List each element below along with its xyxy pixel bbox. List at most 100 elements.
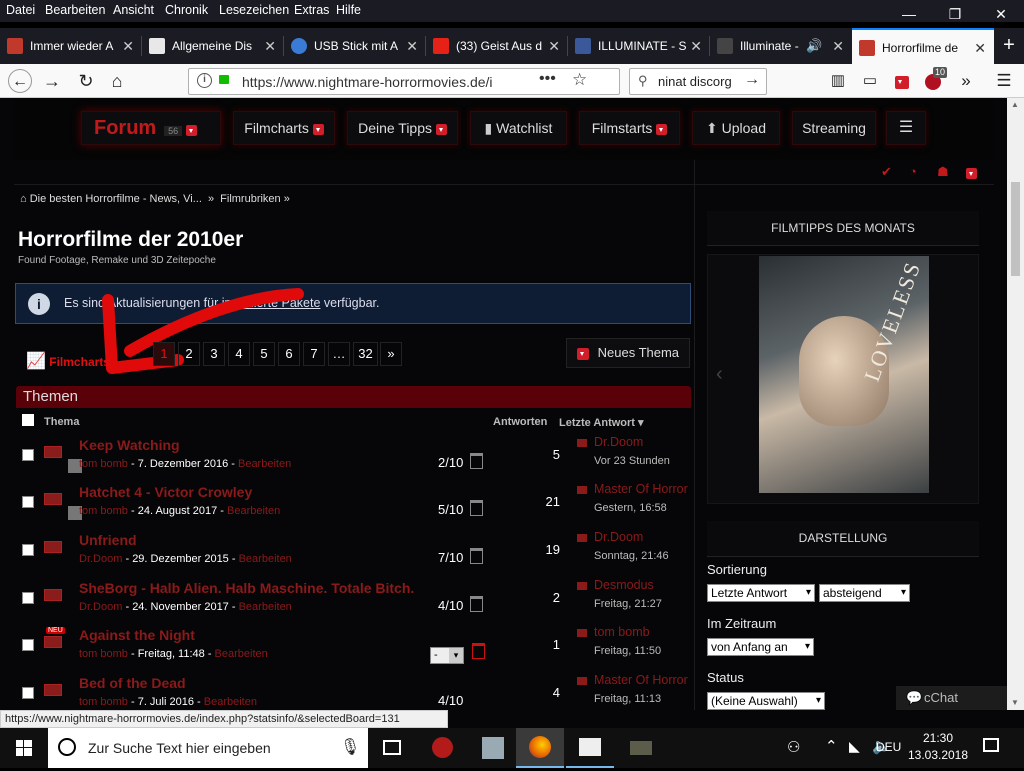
col-topic[interactable]: Thema: [44, 416, 79, 428]
sitemap-icon[interactable]: ☗: [937, 164, 949, 180]
table-row[interactable]: NEU Against the Night tom bomb - Freitag…: [16, 625, 691, 674]
tab-1[interactable]: Immer wieder A ✕: [0, 28, 142, 64]
movie-poster[interactable]: LOVELESS: [759, 256, 929, 493]
trash-icon[interactable]: [470, 548, 483, 564]
close-tab-icon[interactable]: ✕: [548, 28, 560, 64]
search-go-icon[interactable]: →: [744, 71, 760, 89]
photos-taskbar-icon[interactable]: [566, 728, 614, 768]
speaker-icon[interactable]: 🔊: [806, 28, 822, 64]
info-icon[interactable]: i: [197, 73, 212, 88]
tray-chevron-icon[interactable]: ⌃: [825, 737, 838, 755]
app-icon-red[interactable]: [418, 728, 466, 768]
thread-title[interactable]: SheBorg - Halb Alien. Halb Maschine. Tot…: [79, 580, 414, 596]
page-actions-icon[interactable]: •••: [539, 70, 556, 88]
thread-title[interactable]: Against the Night: [79, 627, 195, 643]
page-6[interactable]: 6: [278, 342, 300, 366]
nav-deine-tipps[interactable]: Deine Tipps: [347, 111, 458, 145]
microphone-icon[interactable]: 🎙: [340, 737, 360, 757]
nav-watchlist[interactable]: ▮ Watchlist: [470, 111, 567, 145]
action-center-icon[interactable]: [983, 738, 999, 752]
taskbar-search-input[interactable]: Zur Suche Text hier eingeben: [88, 740, 271, 756]
goto-last-icon[interactable]: [577, 677, 587, 685]
select-all-checkbox[interactable]: [22, 414, 34, 426]
prev-arrow-icon[interactable]: ‹: [716, 363, 723, 386]
table-row[interactable]: SheBorg - Halb Alien. Halb Maschine. Tot…: [16, 578, 691, 627]
firefox-taskbar-icon[interactable]: [516, 728, 564, 768]
new-thread-button[interactable]: Neues Thema: [566, 338, 690, 368]
overflow-icon[interactable]: »: [954, 69, 978, 93]
status-select[interactable]: (Keine Auswahl) ▾: [707, 692, 825, 710]
menu-hilfe[interactable]: Hilfe: [336, 3, 361, 17]
range-select[interactable]: von Anfang an ▾: [707, 638, 814, 656]
rss-icon[interactable]: ◔: [909, 164, 917, 179]
nav-more-menu-icon[interactable]: ☰: [886, 111, 926, 145]
page-3[interactable]: 3: [203, 342, 225, 366]
tab-active[interactable]: Horrorfilme de ✕: [852, 28, 994, 64]
taskbar-search[interactable]: Zur Suche Text hier eingeben 🎙: [48, 728, 368, 768]
chat-button[interactable]: 💬 cChat: [896, 686, 1007, 710]
next-page-button[interactable]: »: [380, 342, 402, 366]
tab-2[interactable]: Allgemeine Dis ✕: [142, 28, 284, 64]
restore-button[interactable]: ❐: [932, 0, 978, 28]
trash-icon[interactable]: [470, 453, 483, 469]
row-checkbox[interactable]: [22, 449, 34, 461]
breadcrumb-filmrubriken[interactable]: Filmrubriken: [220, 193, 281, 205]
menu-chronik[interactable]: Chronik: [165, 3, 208, 17]
page-1[interactable]: 1: [153, 342, 175, 366]
close-tab-icon[interactable]: ✕: [122, 28, 134, 64]
row-checkbox[interactable]: [22, 639, 34, 651]
trash-icon[interactable]: [470, 596, 483, 612]
last-reply-user[interactable]: Master Of Horror: [594, 675, 688, 687]
nav-filmcharts[interactable]: Filmcharts: [233, 111, 335, 145]
menu-extras[interactable]: Extras: [294, 3, 329, 17]
last-reply-user[interactable]: tom bomb: [594, 625, 650, 639]
page-scrollbar[interactable]: ▲ ▼: [1007, 98, 1024, 710]
bookmark-star-icon[interactable]: ☆: [572, 70, 587, 90]
library-icon[interactable]: ▥: [826, 69, 850, 93]
close-tab-icon[interactable]: ✕: [974, 30, 986, 64]
close-tab-icon[interactable]: ✕: [690, 28, 702, 64]
scrollbar-thumb[interactable]: [1011, 182, 1020, 276]
thread-title[interactable]: Hatchet 4 - Victor Crowley: [79, 484, 252, 500]
page-4[interactable]: 4: [228, 342, 250, 366]
page-5[interactable]: 5: [253, 342, 275, 366]
close-window-button[interactable]: ✕: [978, 0, 1024, 28]
minimize-button[interactable]: —: [886, 0, 932, 28]
nav-streaming[interactable]: Streaming: [792, 111, 876, 145]
order-select[interactable]: absteigend ▾: [819, 584, 910, 602]
tab-6[interactable]: Illuminate - 🔊 ✕: [710, 28, 852, 64]
goto-last-icon[interactable]: [577, 486, 587, 494]
app-icon-scanner[interactable]: [468, 728, 516, 768]
ublock-icon[interactable]: 10: [922, 67, 948, 93]
tab-5[interactable]: ILLUMINATE - S ✕: [568, 28, 710, 64]
language-indicator[interactable]: DEU: [876, 740, 901, 754]
page-2[interactable]: 2: [178, 342, 200, 366]
page-dropdown-icon[interactable]: [966, 166, 977, 180]
sidebar-icon[interactable]: ▭: [858, 69, 882, 93]
table-row[interactable]: Hatchet 4 - Victor Crowley tom bomb - 24…: [16, 482, 691, 531]
network-icon[interactable]: ◣: [849, 738, 860, 755]
page-7[interactable]: 7: [303, 342, 325, 366]
search-bar[interactable]: ⚲ ninat discorg →: [629, 68, 767, 95]
mark-read-icon[interactable]: ✔: [881, 164, 892, 180]
row-checkbox[interactable]: [22, 496, 34, 508]
nav-filmstarts[interactable]: Filmstarts: [579, 111, 680, 145]
tab-3[interactable]: USB Stick mit A ✕: [284, 28, 426, 64]
thread-title[interactable]: Bed of the Dead: [79, 675, 186, 691]
app-icon-game[interactable]: [616, 728, 664, 768]
table-row[interactable]: Keep Watching tom bomb - 7. Dezember 201…: [16, 435, 691, 484]
rating-select[interactable]: - ▾: [430, 647, 464, 664]
nav-forum[interactable]: Forum 56: [81, 111, 221, 145]
breadcrumb-home[interactable]: Die besten Horrorfilme - News, Vi...: [30, 193, 202, 205]
table-row[interactable]: Bed of the Dead tom bomb - 7. Juli 2016 …: [16, 675, 691, 710]
goto-last-icon[interactable]: [577, 629, 587, 637]
row-checkbox[interactable]: [22, 687, 34, 699]
url-bar[interactable]: i https://www.nightmare-horrormovies.de/…: [188, 68, 620, 95]
start-button[interactable]: [0, 728, 48, 768]
tab-4[interactable]: (33) Geist Aus d ✕: [426, 28, 568, 64]
close-tab-icon[interactable]: ✕: [264, 28, 276, 64]
clock-date[interactable]: 13.03.2018: [907, 748, 969, 762]
filmcharts-link[interactable]: 📈 Filmcharts: [26, 351, 110, 371]
clock-time[interactable]: 21:30: [910, 731, 966, 745]
hamburger-menu-icon[interactable]: ☰: [992, 69, 1016, 93]
